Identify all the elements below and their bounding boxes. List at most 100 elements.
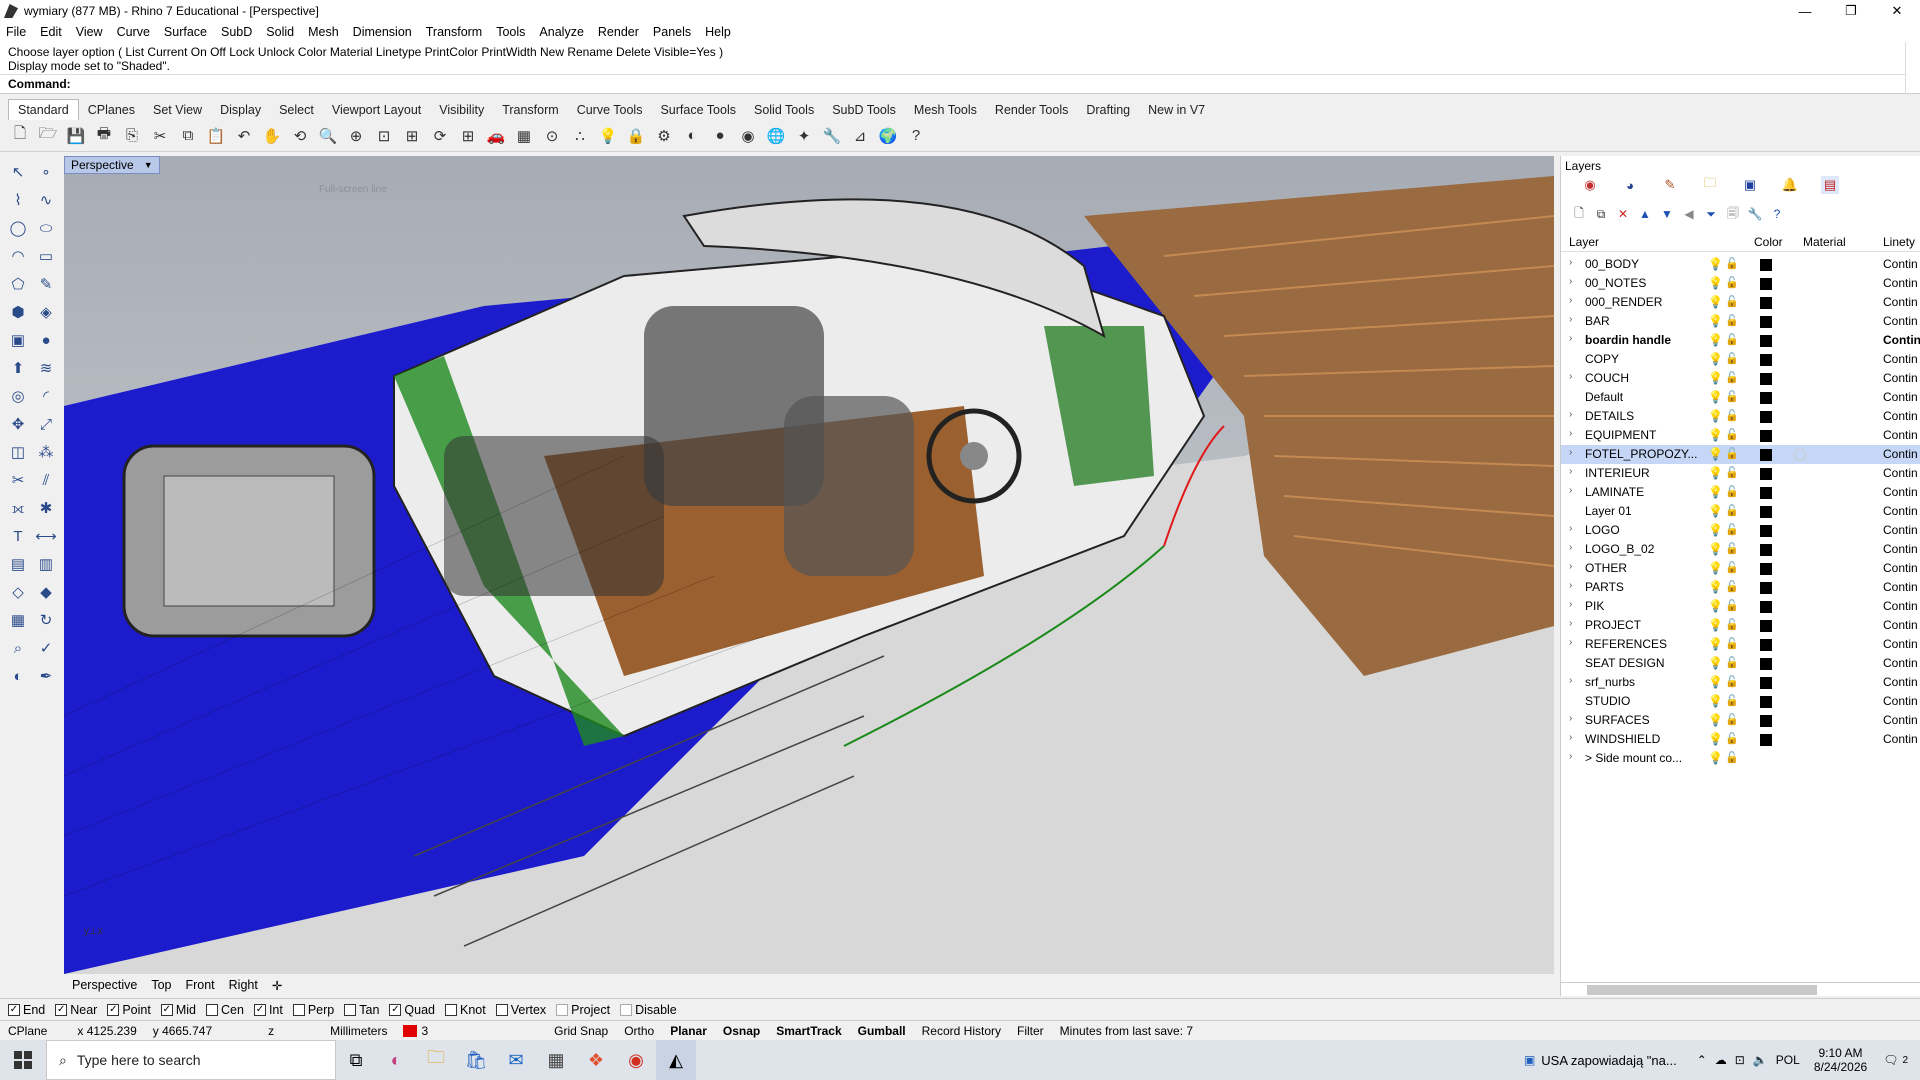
checkbox-icon[interactable]: ✓ xyxy=(389,1003,402,1016)
zoom-icon[interactable]: 🔍 xyxy=(316,124,340,148)
split-icon[interactable]: ⫽ xyxy=(34,468,58,492)
move-down-icon[interactable]: ▼ xyxy=(1659,206,1675,222)
chrome-icon[interactable]: ◉ xyxy=(616,1040,656,1080)
dimension-icon[interactable]: ⊿ xyxy=(848,124,872,148)
tab-drafting[interactable]: Drafting xyxy=(1077,100,1139,120)
circle-icon[interactable]: ◯ xyxy=(6,216,30,240)
layer-row[interactable]: › SURFACES 💡 🔓 Contin xyxy=(1561,711,1920,730)
save-icon[interactable]: 💾 xyxy=(64,124,88,148)
checkbox-icon[interactable] xyxy=(620,1003,633,1016)
expand-chevron-icon[interactable]: › xyxy=(1569,580,1572,591)
material-column-header[interactable]: Material xyxy=(1803,235,1846,249)
checkbox-icon[interactable]: ✓ xyxy=(8,1003,20,1016)
layer-linetype[interactable]: Contin xyxy=(1883,599,1918,613)
lock-icon[interactable]: 🔓 xyxy=(1725,542,1739,555)
menu-item-view[interactable]: View xyxy=(76,25,103,39)
history-icon[interactable]: ↻ xyxy=(34,608,58,632)
news-widget[interactable]: USA zapowiadają "na... xyxy=(1541,1053,1676,1068)
paint-icon[interactable]: ✒ xyxy=(34,664,58,688)
layer-color-swatch[interactable] xyxy=(1760,658,1772,670)
tab-select[interactable]: Select xyxy=(270,100,323,120)
layer-row[interactable]: › OTHER 💡 🔓 Contin xyxy=(1561,559,1920,578)
lock-icon[interactable]: 🔓 xyxy=(1725,390,1739,403)
layer-linetype[interactable]: Contin xyxy=(1883,580,1918,594)
visibility-bulb-icon[interactable]: 💡 xyxy=(1708,751,1723,765)
lock-icon[interactable]: 🔓 xyxy=(1725,580,1739,593)
layer-row[interactable]: › INTERIEUR 💡 🔓 Contin xyxy=(1561,464,1920,483)
layer-row[interactable]: › WINDSHIELD 💡 🔓 Contin xyxy=(1561,730,1920,749)
osnap-disable[interactable]: Disable xyxy=(620,1003,677,1017)
tab-set-view[interactable]: Set View xyxy=(144,100,211,120)
layer-linetype[interactable]: Contin xyxy=(1883,466,1918,480)
layer-linetype[interactable]: Contin xyxy=(1883,504,1918,518)
fillet-icon[interactable]: ◜ xyxy=(34,384,58,408)
layer-linetype[interactable]: Contin xyxy=(1883,276,1918,290)
move-out-icon[interactable]: ◀ xyxy=(1681,206,1697,222)
linetype-column-header[interactable]: Linety xyxy=(1883,235,1915,249)
layer-row[interactable]: › REFERENCES 💡 🔓 Contin xyxy=(1561,635,1920,654)
scale-icon[interactable]: ⤢ xyxy=(34,412,58,436)
layer-color-swatch[interactable] xyxy=(1760,392,1772,404)
layer-linetype[interactable]: Contin xyxy=(1883,542,1918,556)
osnap-project[interactable]: Project xyxy=(556,1003,610,1017)
layer-color-swatch[interactable] xyxy=(1760,620,1772,632)
expand-chevron-icon[interactable]: › xyxy=(1569,713,1572,724)
viewport-tab-perspective[interactable]: Perspective xyxy=(72,978,137,992)
visibility-bulb-icon[interactable]: 💡 xyxy=(1708,485,1723,499)
cut-icon[interactable]: ✂ xyxy=(148,124,172,148)
material-swatch[interactable] xyxy=(1794,449,1806,461)
expand-chevron-icon[interactable]: › xyxy=(1569,542,1572,553)
visibility-bulb-icon[interactable]: 💡 xyxy=(1708,561,1723,575)
expand-chevron-icon[interactable]: › xyxy=(1569,732,1572,743)
layer-row[interactable]: Layer 01 💡 🔓 Contin xyxy=(1561,502,1920,521)
chevron-down-icon[interactable]: ▼ xyxy=(144,160,153,170)
point-icon[interactable]: ∘ xyxy=(34,160,58,184)
layer-linetype[interactable]: Contin xyxy=(1883,371,1918,385)
tab-cplanes[interactable]: CPlanes xyxy=(79,100,144,120)
layer-row[interactable]: COPY 💡 🔓 Contin xyxy=(1561,350,1920,369)
menu-item-mesh[interactable]: Mesh xyxy=(308,25,339,39)
layer-linetype[interactable]: Contin xyxy=(1883,428,1918,442)
layer-row[interactable]: › EQUIPMENT 💡 🔓 Contin xyxy=(1561,426,1920,445)
expand-chevron-icon[interactable]: › xyxy=(1569,561,1572,572)
layer-row[interactable]: › boardin handle 💡 🔓 Contin xyxy=(1561,331,1920,350)
notification-icon[interactable]: 🗨 xyxy=(1883,1053,1898,1067)
layer-color-swatch[interactable] xyxy=(1760,297,1772,309)
lock-icon[interactable]: 🔓 xyxy=(1725,694,1739,707)
expand-chevron-icon[interactable]: › xyxy=(1569,675,1572,686)
lock-icon[interactable]: 🔓 xyxy=(1725,276,1739,289)
tab-curve-tools[interactable]: Curve Tools xyxy=(568,100,652,120)
tab-surface-tools[interactable]: Surface Tools xyxy=(651,100,745,120)
lock-icon[interactable]: 🔓 xyxy=(1725,504,1739,517)
render-icon[interactable]: ◉ xyxy=(736,124,760,148)
layer-row[interactable]: › 000_RENDER 💡 🔓 Contin xyxy=(1561,293,1920,312)
onedrive-icon[interactable]: ☁ xyxy=(1715,1053,1727,1067)
layer-row[interactable]: › PROJECT 💡 🔓 Contin xyxy=(1561,616,1920,635)
visibility-bulb-icon[interactable]: 💡 xyxy=(1708,694,1723,708)
layer-row[interactable]: › 00_BODY 💡 🔓 Contin xyxy=(1561,255,1920,274)
osnap-int[interactable]: ✓ Int xyxy=(253,1003,283,1017)
copy-icon[interactable]: ⧉ xyxy=(176,124,200,148)
osnap-knot[interactable]: Knot xyxy=(445,1003,486,1017)
expand-chevron-icon[interactable]: › xyxy=(1569,276,1572,287)
expand-chevron-icon[interactable]: › xyxy=(1569,523,1572,534)
tab-render-tools[interactable]: Render Tools xyxy=(986,100,1077,120)
layer-row[interactable]: › LAMINATE 💡 🔓 Contin xyxy=(1561,483,1920,502)
layer-row[interactable]: › BAR 💡 🔓 Contin xyxy=(1561,312,1920,331)
tab-solid-tools[interactable]: Solid Tools xyxy=(745,100,823,120)
ellipse-icon[interactable]: ⬭ xyxy=(34,216,58,240)
tab-new-in-v7[interactable]: New in V7 xyxy=(1139,100,1214,120)
rotate-view-icon[interactable]: ⟲ xyxy=(288,124,312,148)
lock-icon[interactable]: 🔓 xyxy=(1725,371,1739,384)
properties-icon[interactable]: ⚙ xyxy=(652,124,676,148)
filter-icon[interactable]: ⏷ xyxy=(1703,206,1719,222)
visibility-bulb-icon[interactable]: 💡 xyxy=(1708,656,1723,670)
open-icon[interactable]: 🗁 xyxy=(36,124,60,148)
lock-icon[interactable]: 🔓 xyxy=(1725,257,1739,270)
expand-chevron-icon[interactable]: › xyxy=(1569,447,1572,458)
render-tab-icon[interactable]: ▣ xyxy=(1741,176,1759,194)
calculator-icon[interactable]: ▦ xyxy=(536,1040,576,1080)
expand-chevron-icon[interactable]: › xyxy=(1569,599,1572,610)
network-icon[interactable]: ⊡ xyxy=(1735,1053,1745,1067)
four-viewports-icon[interactable]: ⊞ xyxy=(456,124,480,148)
